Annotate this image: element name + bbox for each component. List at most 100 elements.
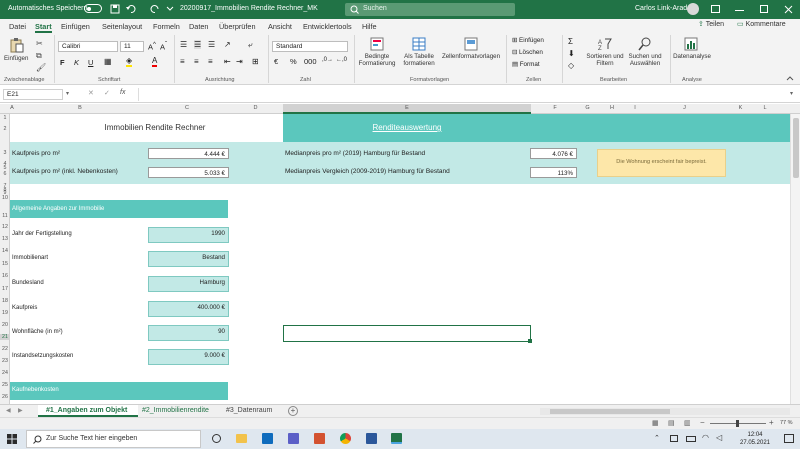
align-left-icon[interactable]: ≡ [180, 57, 185, 66]
row-header[interactable]: 14 [0, 248, 10, 254]
cell-styles-label[interactable]: Zellenformatvorlagen [440, 53, 502, 60]
column-header[interactable]: B [14, 105, 146, 111]
search-box[interactable]: Suchen [345, 3, 515, 16]
previous-sheet-icon[interactable]: ◀ [6, 407, 11, 414]
row-header[interactable]: 21 [0, 334, 10, 340]
name-box-dropdown-icon[interactable]: ▾ [66, 90, 69, 97]
tab-entwicklertools[interactable]: Entwicklertools [303, 22, 352, 31]
underline-icon[interactable]: U [88, 58, 93, 67]
word-icon[interactable] [366, 433, 377, 444]
zoom-level[interactable]: 77 % [780, 420, 793, 426]
volume-icon[interactable]: ◁ [716, 433, 722, 442]
conditional-formatting-icon[interactable] [370, 37, 384, 51]
tab-ueberpruefen[interactable]: Überprüfen [219, 22, 256, 31]
excel-icon[interactable] [391, 433, 402, 444]
tray-app-icon[interactable] [670, 435, 678, 442]
conditional-formatting-label[interactable]: Bedingte Formatierung [354, 53, 400, 67]
file-explorer-icon[interactable] [236, 434, 247, 443]
row-header[interactable]: 15 [0, 261, 10, 267]
align-center-icon[interactable]: ≡ [194, 57, 199, 66]
flaeche-input[interactable]: 90 [148, 325, 229, 341]
formula-input[interactable] [138, 88, 788, 101]
row-header[interactable]: 1 [0, 115, 10, 121]
sort-filter-icon[interactable]: AZ [598, 37, 612, 51]
notifications-icon[interactable] [784, 434, 794, 443]
row-header[interactable]: 26 [0, 394, 10, 400]
comments-button[interactable]: ▭ Kommentare [737, 20, 797, 31]
tab-start[interactable]: Start [35, 22, 52, 31]
tab-hilfe[interactable]: Hilfe [362, 22, 377, 31]
bold-icon[interactable]: F [60, 58, 65, 67]
column-header[interactable]: E [283, 105, 531, 111]
column-header[interactable]: F [531, 105, 579, 111]
eval-title[interactable]: Renditeauswertung [283, 123, 531, 132]
font-color-icon[interactable]: A [152, 56, 158, 67]
column-header[interactable]: L [754, 105, 776, 111]
cell-styles-icon[interactable] [464, 37, 478, 51]
art-input[interactable]: Bestand [148, 251, 229, 267]
column-header[interactable]: I [628, 105, 642, 111]
tab-datei[interactable]: Datei [9, 22, 26, 31]
land-input[interactable]: Hamburg [148, 276, 229, 292]
row-header[interactable]: 2 [0, 126, 10, 132]
page-layout-icon[interactable]: ▤ [668, 419, 675, 427]
kaufpreis-input[interactable]: 400.000 € [148, 301, 229, 317]
row-header[interactable]: 13 [0, 236, 10, 242]
wrap-text-icon[interactable]: ⤶ [248, 40, 252, 50]
find-select-icon[interactable] [638, 37, 652, 51]
share-button[interactable]: ⇪ Teilen [698, 20, 730, 31]
format-as-table-icon[interactable] [412, 37, 426, 51]
instand-input[interactable]: 9.000 € [148, 349, 229, 365]
fill-icon[interactable]: ⬇ [568, 49, 575, 58]
grow-font-icon[interactable]: A^ [148, 41, 156, 52]
clock[interactable]: 12:04 27.05.2021 [735, 431, 775, 447]
kaufpreis-qm-value[interactable]: 4.444 € [148, 148, 229, 159]
fill-handle[interactable] [528, 339, 532, 343]
task-view-icon[interactable] [212, 434, 221, 443]
merge-center-icon[interactable]: ⊞ [252, 57, 259, 66]
font-name-select[interactable]: Calibri [58, 41, 118, 52]
vertical-scrollbar[interactable] [790, 114, 800, 404]
tab-seitenlayout[interactable]: Seitenlayout [102, 22, 142, 31]
worksheet-grid[interactable]: Immobilien Rendite Rechner Renditeauswer… [10, 114, 800, 404]
teams-icon[interactable] [288, 433, 299, 444]
column-header[interactable]: H [596, 105, 628, 111]
row-header[interactable]: 20 [0, 322, 10, 328]
add-sheet-button[interactable]: + [288, 406, 298, 416]
cancel-entry-icon[interactable]: ✕ [88, 89, 94, 97]
powerpoint-icon[interactable] [314, 433, 325, 444]
windows-start-icon[interactable] [7, 434, 17, 444]
taskbar-search[interactable]: Zur Suche Text hier eingeben [26, 430, 201, 448]
row-header[interactable]: 3 [0, 150, 10, 156]
undo-icon[interactable] [126, 4, 136, 14]
zoom-in-icon[interactable]: + [769, 418, 774, 427]
increase-decimal-icon[interactable]: ,0→ [322, 57, 333, 63]
horizontal-scrollbar[interactable] [540, 408, 790, 415]
format-painter-icon[interactable]: 🖌 [36, 63, 46, 72]
row-header[interactable]: 25 [0, 382, 10, 388]
delete-cells-button[interactable]: ⊟ Löschen [512, 49, 543, 56]
number-format-select[interactable]: Standard [272, 41, 348, 52]
column-header[interactable]: C [146, 105, 228, 111]
row-header[interactable]: 18 [0, 298, 10, 304]
sheet-tab-immobilienrendite[interactable]: #2_Immobilienrendite [142, 407, 209, 414]
align-right-icon[interactable]: ≡ [208, 57, 213, 66]
shrink-font-icon[interactable]: Aˇ [160, 41, 167, 52]
median-value[interactable]: 4.076 € [530, 148, 577, 159]
italic-icon[interactable]: K [74, 58, 79, 67]
outlook-icon[interactable] [262, 433, 273, 444]
thousands-icon[interactable]: 000 [304, 57, 317, 66]
align-middle-icon[interactable]: ☰ [194, 40, 202, 49]
row-header[interactable]: 6 [0, 171, 10, 177]
kaufpreis-qm-nk-value[interactable]: 5.033 € [148, 167, 229, 178]
battery-icon[interactable] [686, 436, 696, 442]
border-icon[interactable]: ▦ [104, 57, 112, 66]
decrease-decimal-icon[interactable]: ←,0 [336, 57, 347, 63]
currency-icon[interactable]: € [274, 57, 278, 66]
column-header[interactable]: J [642, 105, 727, 111]
insert-function-icon[interactable]: fx [120, 89, 125, 96]
tab-formeln[interactable]: Formeln [153, 22, 180, 31]
column-header[interactable]: G [579, 105, 596, 111]
fill-color-icon[interactable]: ◈ [126, 56, 133, 67]
paste-icon[interactable] [10, 37, 24, 53]
